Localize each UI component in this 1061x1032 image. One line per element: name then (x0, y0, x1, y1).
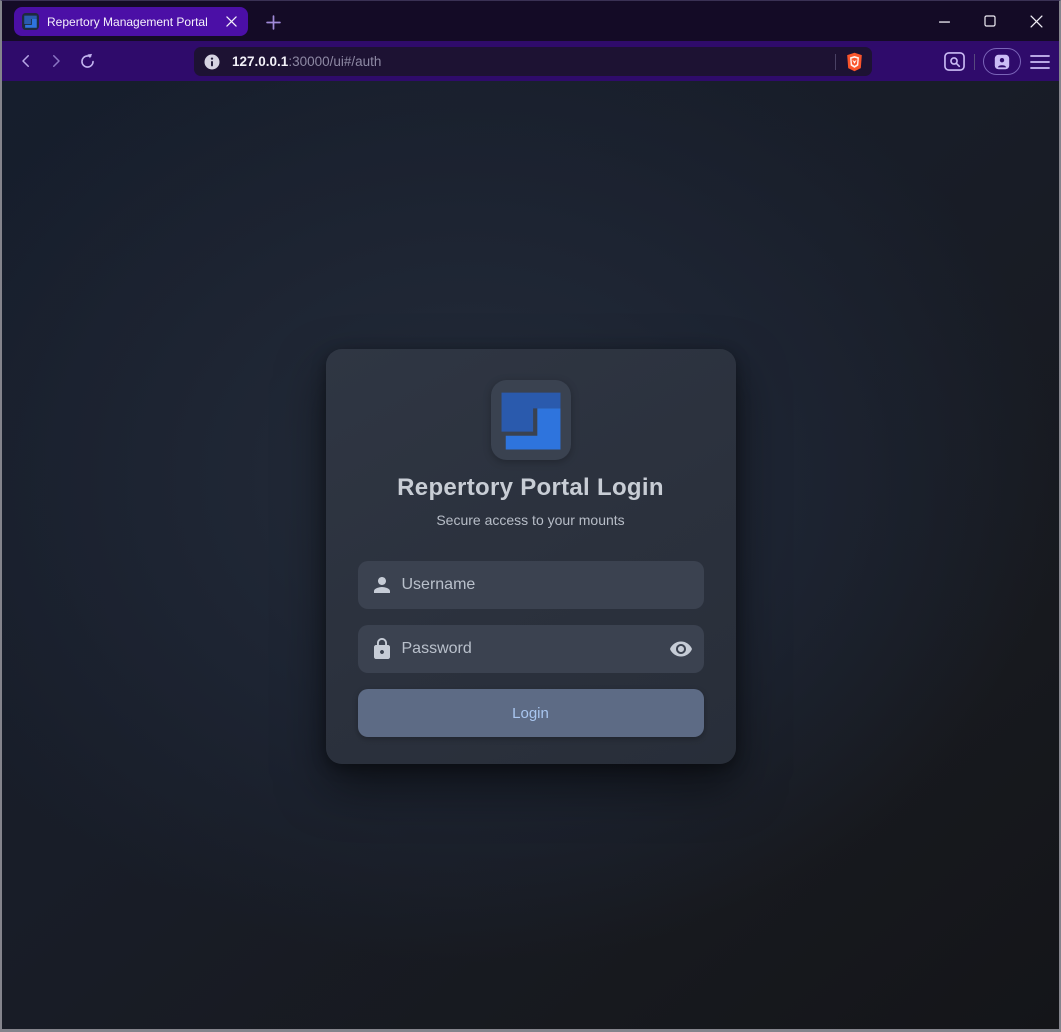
password-field-wrap (358, 625, 704, 673)
maximize-button[interactable] (967, 1, 1013, 41)
browser-window: Repertory Management Portal (0, 0, 1061, 1032)
page-subtitle: Secure access to your mounts (358, 512, 704, 528)
site-info-icon[interactable] (204, 54, 220, 70)
toolbar-right-icons (943, 47, 1051, 76)
reload-button[interactable] (75, 49, 99, 73)
login-card: Repertory Portal Login Secure access to … (326, 349, 736, 764)
browser-toolbar: 127.0.0.1:30000/ui#/auth (2, 41, 1059, 81)
toggle-password-visibility-button[interactable] (668, 637, 694, 661)
back-button[interactable] (14, 49, 38, 73)
sidebar-search-icon[interactable] (943, 51, 966, 72)
tab-title: Repertory Management Portal (47, 15, 214, 29)
tab-strip: Repertory Management Portal (2, 1, 1059, 41)
login-button[interactable]: Login (358, 689, 704, 737)
password-input[interactable] (358, 625, 704, 673)
url-path: :30000/ui#/auth (288, 54, 381, 69)
favicon-repertory-logo-icon (22, 13, 39, 30)
url-host: 127.0.0.1 (232, 54, 288, 69)
window-controls (921, 1, 1059, 41)
username-field-wrap (358, 561, 704, 609)
page-title: Repertory Portal Login (358, 474, 704, 502)
tab-repertory-portal[interactable]: Repertory Management Portal (14, 7, 248, 36)
brave-shield-icon[interactable] (845, 52, 864, 72)
tab-close-icon[interactable] (222, 13, 240, 31)
close-window-button[interactable] (1013, 1, 1059, 41)
page-content: Repertory Portal Login Secure access to … (2, 81, 1059, 1029)
profile-button[interactable] (983, 48, 1021, 75)
forward-button[interactable] (44, 49, 68, 73)
address-bar-divider (835, 54, 836, 70)
new-tab-button[interactable] (262, 11, 284, 33)
username-input[interactable] (358, 561, 704, 609)
toolbar-divider (974, 54, 975, 70)
menu-icon[interactable] (1029, 53, 1051, 71)
minimize-button[interactable] (921, 1, 967, 41)
repertory-logo-icon (491, 380, 571, 460)
url-display[interactable]: 127.0.0.1:30000/ui#/auth (232, 54, 826, 69)
address-bar[interactable]: 127.0.0.1:30000/ui#/auth (194, 47, 872, 76)
